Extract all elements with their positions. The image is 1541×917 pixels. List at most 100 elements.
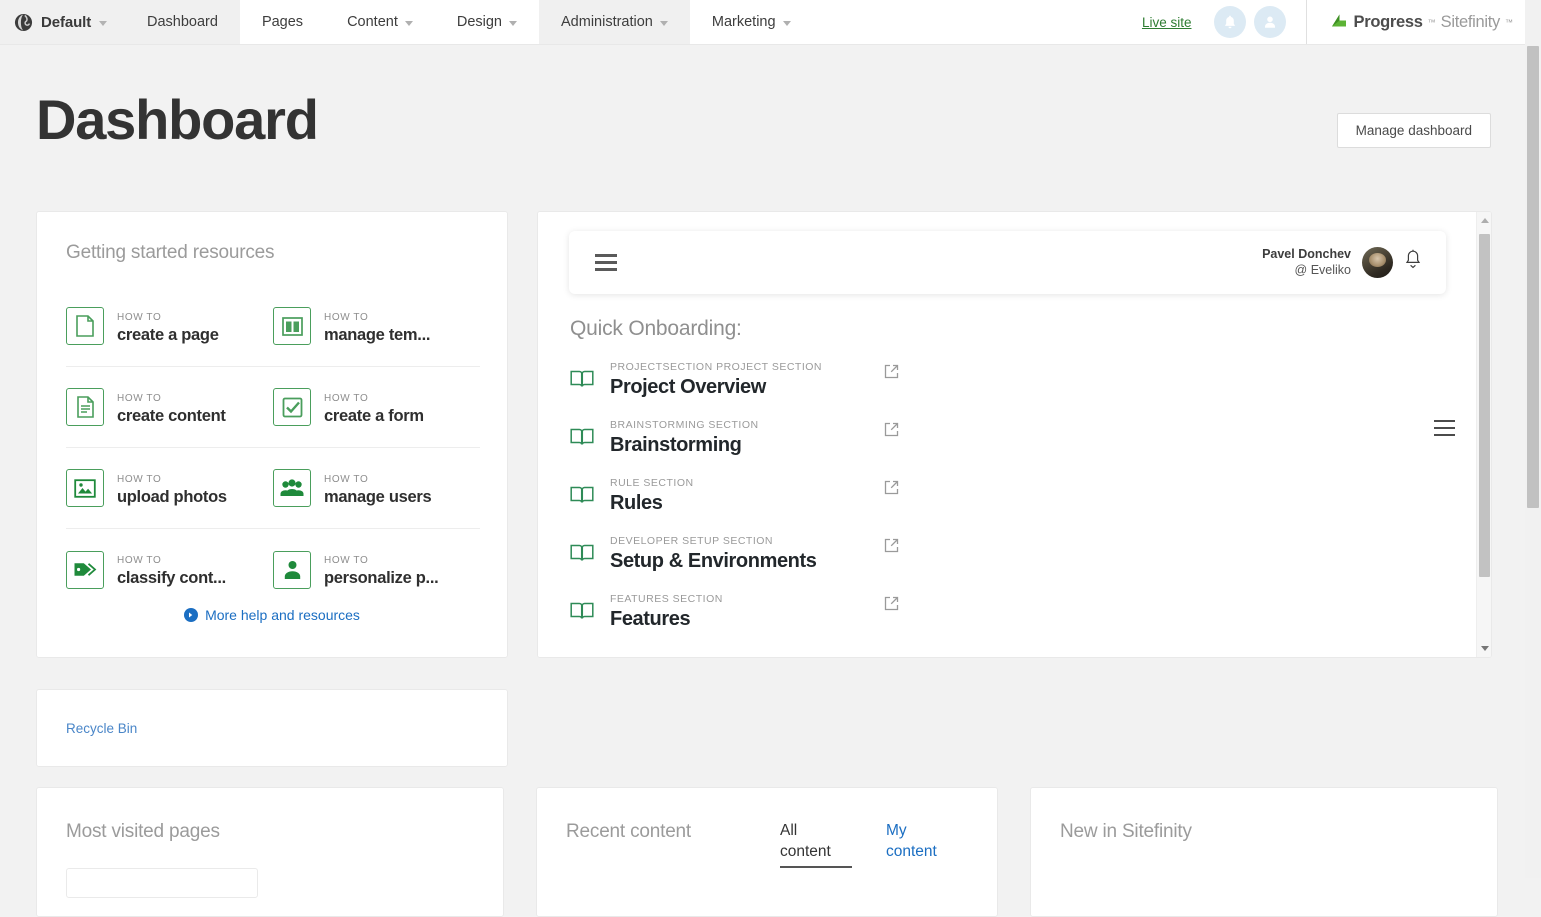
manage-dashboard-button[interactable]: Manage dashboard (1336, 113, 1491, 148)
site-selector[interactable]: Default (0, 0, 125, 44)
resource-how-label: HOW TO (324, 392, 369, 404)
most-visited-filter-dropdown[interactable] (66, 868, 258, 898)
site-selector-label: Default (41, 13, 92, 31)
tab-all-content[interactable]: All content (780, 821, 852, 869)
onboarding-item-name: Brainstorming (610, 433, 742, 456)
embedded-user-area[interactable]: Pavel Donchev @ Eveliko (1262, 247, 1446, 278)
page-scrollbar-thumb[interactable] (1527, 46, 1539, 508)
tag-label-icon (66, 550, 104, 589)
user-account-button[interactable] (1253, 6, 1286, 38)
widget-scrollbar[interactable] (1476, 212, 1491, 657)
globe-icon (14, 13, 33, 31)
widget-side-menu-icon[interactable] (1434, 415, 1455, 441)
new-in-sitefinity-card: New in Sitefinity (1030, 787, 1498, 917)
resource-item-create-a-page[interactable]: HOW TO create a page (66, 286, 273, 367)
tab-all-content-label: All content (780, 822, 831, 860)
live-site-link[interactable]: Live site (1142, 15, 1192, 30)
user-photo-avatar (1362, 247, 1393, 278)
nav-tab-administration[interactable]: Administration (539, 0, 690, 44)
brand-tm-2: ™ (1505, 17, 1513, 27)
resource-item-personalize-pages[interactable]: HOW TO personalize p... (273, 529, 480, 610)
onboarding-item-name: Features (610, 607, 691, 630)
chevron-down-icon (659, 20, 668, 26)
resource-item-manage-users[interactable]: HOW TO manage users (273, 448, 480, 529)
onboarding-item-brainstorming[interactable]: BRAINSTORMING SECTION Brainstorming (570, 418, 1450, 476)
resource-label: create a page (117, 325, 219, 344)
bell-dropdown-icon[interactable] (1404, 249, 1422, 276)
external-link-icon[interactable] (884, 480, 899, 500)
most-visited-pages-card: Most visited pages (36, 787, 504, 917)
resource-label: create a form (324, 406, 424, 425)
recycle-bin-link[interactable]: Recycle Bin (66, 721, 137, 736)
users-group-icon (273, 469, 311, 507)
getting-started-title: Getting started resources (66, 242, 275, 263)
progress-arrow-logo-icon (1331, 14, 1346, 27)
nav-tab-pages[interactable]: Pages (239, 0, 326, 44)
recent-content-title: Recent content (566, 821, 692, 842)
main-nav-tabs: Dashboard Pages Content Design Administr… (125, 0, 813, 44)
onboarding-section-label: BRAINSTORMING SECTION (610, 419, 759, 431)
chevron-down-icon (509, 20, 517, 26)
onboarding-item-name: Rules (610, 491, 663, 514)
template-layout-icon (273, 307, 311, 345)
widget-scrollbar-thumb[interactable] (1479, 234, 1490, 577)
resource-item-manage-templates[interactable]: HOW TO manage tem... (273, 286, 480, 367)
resource-label: classify cont... (117, 569, 226, 588)
more-help-and-resources-link[interactable]: More help and resources (37, 607, 507, 623)
nav-tab-design[interactable]: Design (434, 0, 539, 44)
tab-my-content[interactable]: My content (886, 821, 944, 868)
top-navigation-bar: Default Dashboard Pages Content Design A… (0, 0, 1533, 45)
onboarding-section-label: DEVELOPER SETUP SECTION (610, 535, 774, 547)
person-icon (273, 550, 311, 589)
user-avatar-icon (1264, 16, 1275, 28)
resource-how-label: HOW TO (117, 392, 162, 404)
onboarding-item-project-overview[interactable]: PROJECTSECTION PROJECT SECTION Project O… (570, 360, 1450, 418)
resource-how-label: HOW TO (117, 555, 162, 567)
tab-active-underline (780, 866, 852, 869)
content-lines-icon (66, 388, 104, 426)
chevron-down-icon (404, 20, 413, 26)
resource-label: manage users (324, 487, 432, 506)
tab-my-content-label: My content (886, 822, 937, 860)
onboarding-item-setup-environments[interactable]: DEVELOPER SETUP SECTION Setup & Environm… (570, 534, 1450, 592)
getting-started-grid: HOW TO create a page HOW TO manage tem..… (66, 286, 480, 610)
nav-tab-content[interactable]: Content (325, 0, 435, 44)
nav-tab-pages-label: Pages (261, 14, 304, 30)
onboarding-list: PROJECTSECTION PROJECT SECTION Project O… (570, 360, 1450, 650)
resource-label: upload photos (117, 487, 227, 506)
resource-item-classify-content[interactable]: HOW TO classify cont... (66, 529, 273, 610)
onboarding-item-rules[interactable]: RULE SECTION Rules (570, 476, 1450, 534)
scroll-up-arrow-icon[interactable] (1481, 218, 1489, 223)
checkbox-check-icon (273, 388, 311, 426)
external-link-icon[interactable] (884, 364, 899, 384)
resource-item-create-a-form[interactable]: HOW TO create a form (273, 367, 480, 448)
embedded-widget-header: Pavel Donchev @ Eveliko (569, 231, 1446, 294)
embedded-user-name: Pavel Donchev (1262, 246, 1351, 261)
page-document-icon (66, 307, 104, 345)
onboarding-section-label: RULE SECTION (610, 477, 694, 489)
chevron-down-icon (99, 20, 108, 26)
open-book-icon (570, 543, 594, 568)
resource-item-upload-photos[interactable]: HOW TO upload photos (66, 448, 273, 529)
onboarding-item-name: Project Overview (610, 375, 766, 398)
recent-content-card: Recent content All content My content (536, 787, 998, 917)
page-scrollbar[interactable] (1525, 0, 1541, 878)
onboarding-item-name: Setup & Environments (610, 549, 817, 572)
nav-tab-dashboard-label: Dashboard (147, 14, 218, 30)
notifications-button[interactable] (1213, 6, 1246, 38)
external-link-icon[interactable] (884, 538, 899, 558)
external-link-icon[interactable] (884, 596, 899, 616)
recycle-bin-card: Recycle Bin (36, 689, 508, 767)
scroll-down-arrow-icon[interactable] (1481, 646, 1489, 651)
nav-tab-marketing[interactable]: Marketing (689, 0, 813, 44)
onboarding-item-features[interactable]: FEATURES SECTION Features (570, 592, 1450, 650)
resource-item-create-content[interactable]: HOW TO create content (66, 367, 273, 448)
resource-how-label: HOW TO (324, 555, 369, 567)
resource-label: create content (117, 406, 226, 425)
open-book-icon (570, 427, 594, 452)
hamburger-menu-icon[interactable] (595, 250, 617, 275)
arrow-right-circle-icon (184, 608, 199, 622)
external-link-icon[interactable] (884, 422, 899, 442)
nav-tab-dashboard[interactable]: Dashboard (125, 0, 240, 44)
most-visited-pages-title: Most visited pages (66, 821, 220, 842)
